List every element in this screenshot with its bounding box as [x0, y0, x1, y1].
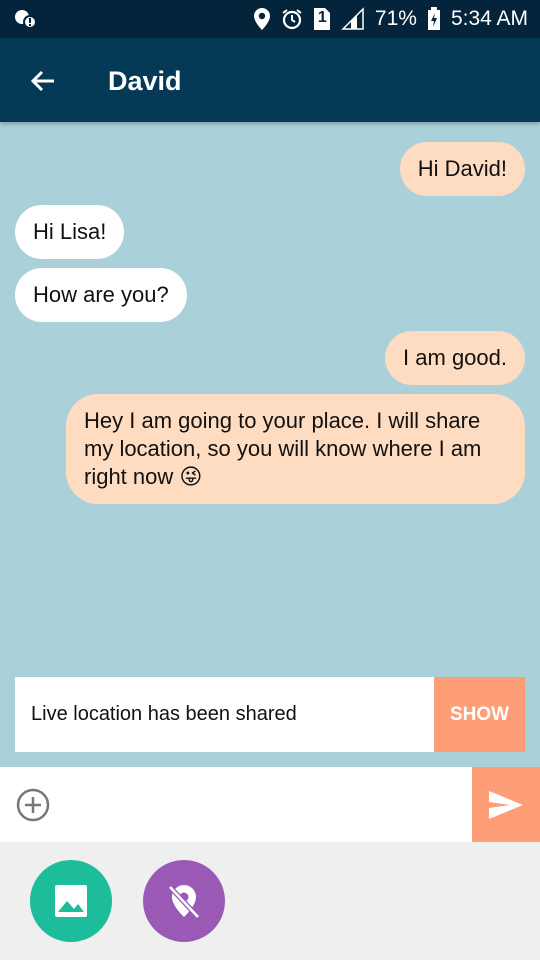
app-bar: David — [0, 38, 540, 122]
message-text: How are you? — [33, 282, 169, 307]
composer — [0, 767, 540, 842]
message-text: Hey I am going to your place. I will sha… — [84, 408, 482, 489]
message-bubble-incoming[interactable]: How are you? — [15, 268, 187, 322]
battery-icon — [427, 7, 441, 31]
location-off-button[interactable] — [143, 860, 225, 942]
location-icon — [253, 7, 271, 31]
battery-percent: 71% — [374, 7, 417, 30]
add-circle-icon — [16, 788, 50, 822]
message-bubble-outgoing[interactable]: Hey I am going to your place. I will sha… — [66, 394, 525, 504]
live-location-banner: Live location has been shared SHOW — [15, 677, 525, 752]
signal-icon — [341, 7, 365, 31]
sim-slot-label: 1 — [317, 9, 327, 26]
send-icon — [489, 790, 523, 819]
status-bar: 1 71% 5:34 AM — [0, 0, 540, 38]
notification-icon — [14, 9, 38, 31]
chat-area[interactable]: Hi David! Hi Lisa! How are you? I am goo… — [0, 122, 540, 767]
arrow-back-icon — [30, 70, 54, 92]
banner-text: Live location has been shared — [31, 703, 297, 725]
location-off-icon — [168, 885, 200, 919]
message-bubble-outgoing[interactable]: Hi David! — [399, 142, 525, 196]
message-text: I am good. — [403, 345, 507, 370]
send-button[interactable] — [472, 767, 540, 842]
image-button[interactable] — [30, 860, 112, 942]
message-input[interactable] — [64, 781, 468, 829]
message-text: Hi Lisa! — [33, 219, 107, 244]
sim-icon: 1 — [313, 7, 331, 31]
clock: 5:34 AM — [450, 7, 528, 30]
message-text: Hi David! — [417, 156, 507, 181]
back-button[interactable] — [26, 64, 60, 98]
add-button[interactable] — [15, 787, 51, 823]
alarm-icon — [281, 8, 303, 30]
message-bubble-incoming[interactable]: Hi Lisa! — [15, 205, 125, 259]
image-icon — [55, 885, 87, 917]
page-title: David — [108, 66, 182, 96]
show-button[interactable]: SHOW — [434, 677, 525, 752]
message-bubble-outgoing[interactable]: I am good. — [385, 331, 525, 385]
attachment-tray — [0, 842, 540, 960]
wink-tongue-emoji: 😜 — [179, 464, 203, 489]
